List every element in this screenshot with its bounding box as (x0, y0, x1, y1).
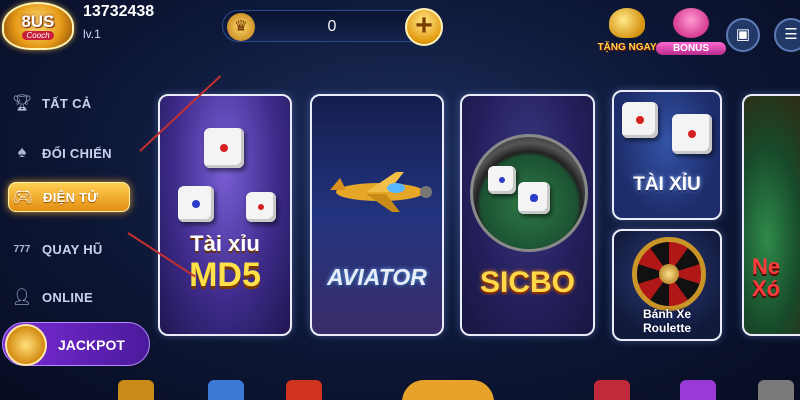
game-title: Ne Xó (752, 256, 800, 300)
sidebar-item-online[interactable]: 👤︎ ONLINE (8, 282, 130, 312)
dice-icon (622, 102, 658, 138)
slot-777-icon: 777 (13, 243, 31, 255)
user-id: 13732438 (83, 3, 155, 20)
menu-button[interactable]: ☰ (774, 18, 800, 52)
add-funds-button[interactable]: + (405, 8, 443, 46)
game-title-line1: Bánh Xe (642, 307, 691, 321)
dice-icon (488, 166, 516, 194)
shortcut-icon[interactable] (208, 380, 244, 400)
logo-text: 8US (21, 11, 55, 31)
sidebar-item-all[interactable]: 🏆︎ TẤT CẢ (8, 88, 130, 118)
bonus-button[interactable]: BONUS (656, 8, 726, 60)
menu-list-icon: ☰ (784, 26, 798, 43)
user-icon: 👤︎ (11, 289, 33, 306)
home-center-button[interactable] (402, 380, 494, 400)
bonus-label: BONUS (656, 42, 726, 55)
dice-icon (178, 186, 214, 222)
game-title-line2: Xó (752, 276, 781, 301)
trophy-icon: 🏆︎ (11, 95, 33, 112)
logo-subtitle: Cooch (22, 30, 54, 40)
game-card-taixiu[interactable]: TÀI XỈU (612, 90, 722, 220)
gift-box-icon[interactable] (594, 380, 630, 400)
cards-icon: ♠ (17, 144, 27, 161)
gift-now-button[interactable]: TẶNG NGAY (592, 8, 662, 60)
treasure-chest-icon[interactable] (286, 380, 322, 400)
game-card-aviator[interactable]: AVIATOR (310, 94, 444, 336)
sidebar-item-slots[interactable]: 777 QUAY HŨ (8, 234, 130, 264)
game-card-taixiu-md5[interactable]: Tài xỉu MD5 (158, 94, 292, 336)
dice-icon (672, 114, 712, 154)
game-title: Bánh Xe Roulette (614, 307, 720, 335)
game-title: TÀI XỈU (633, 174, 701, 195)
game-subtitle: MD5 (189, 256, 261, 294)
jackpot-coin-icon (5, 324, 47, 366)
game-card-roulette[interactable]: Bánh Xe Roulette (612, 229, 722, 341)
piggy-bank-icon (673, 8, 709, 38)
gift-now-label: TẶNG NGAY (597, 42, 657, 53)
game-title: AVIATOR (327, 264, 427, 290)
game-title-line1: Ne (752, 254, 781, 279)
top-bar: 8US Cooch 13732438 lv.1 ♛ 0 + TẶNG NGAY … (0, 0, 800, 60)
balance-bar: ♛ 0 + (222, 8, 443, 46)
shortcut-icon[interactable] (118, 380, 154, 400)
sidebar-item-label: ONLINE (42, 289, 93, 305)
game-title: SICBO (479, 266, 575, 299)
gamepad-icon: 🎮︎ (12, 189, 34, 206)
brand-logo: 8US Cooch (2, 2, 74, 50)
dice-icon (204, 128, 244, 168)
bottom-shortcut-bar (0, 372, 800, 400)
briefcase-icon: ▣ (735, 26, 751, 43)
briefcase-button[interactable]: ▣ (726, 18, 760, 52)
dice-icon (518, 182, 550, 214)
sidebar-item-electronic[interactable]: 🎮︎ ĐIỆN TỬ (8, 182, 130, 212)
airplane-icon (330, 172, 432, 212)
game-card-nexo[interactable]: Ne Xó (742, 94, 800, 336)
game-title-line2: Roulette (643, 321, 691, 335)
gold-coins-icon (609, 8, 645, 38)
shortcut-icon[interactable] (680, 380, 716, 400)
sidebar-item-versus[interactable]: ♠ ĐỐI CHIẾN (8, 138, 130, 168)
game-title: Tài xỉu (190, 231, 260, 256)
user-level: lv.1 (83, 27, 101, 41)
game-card-sicbo[interactable]: SICBO (460, 94, 595, 336)
sidebar-item-label: QUAY HŨ (42, 241, 103, 257)
roulette-wheel-icon (632, 237, 706, 311)
jackpot-button[interactable]: JACKPOT (2, 322, 150, 366)
sidebar-item-label: ĐỐI CHIẾN (42, 145, 112, 161)
shop-icon[interactable] (758, 380, 794, 400)
dice-icon (246, 192, 276, 222)
jackpot-label: JACKPOT (58, 337, 125, 353)
sidebar-item-label: ĐIỆN TỬ (43, 189, 99, 205)
sidebar-item-label: TẤT CẢ (42, 95, 92, 111)
